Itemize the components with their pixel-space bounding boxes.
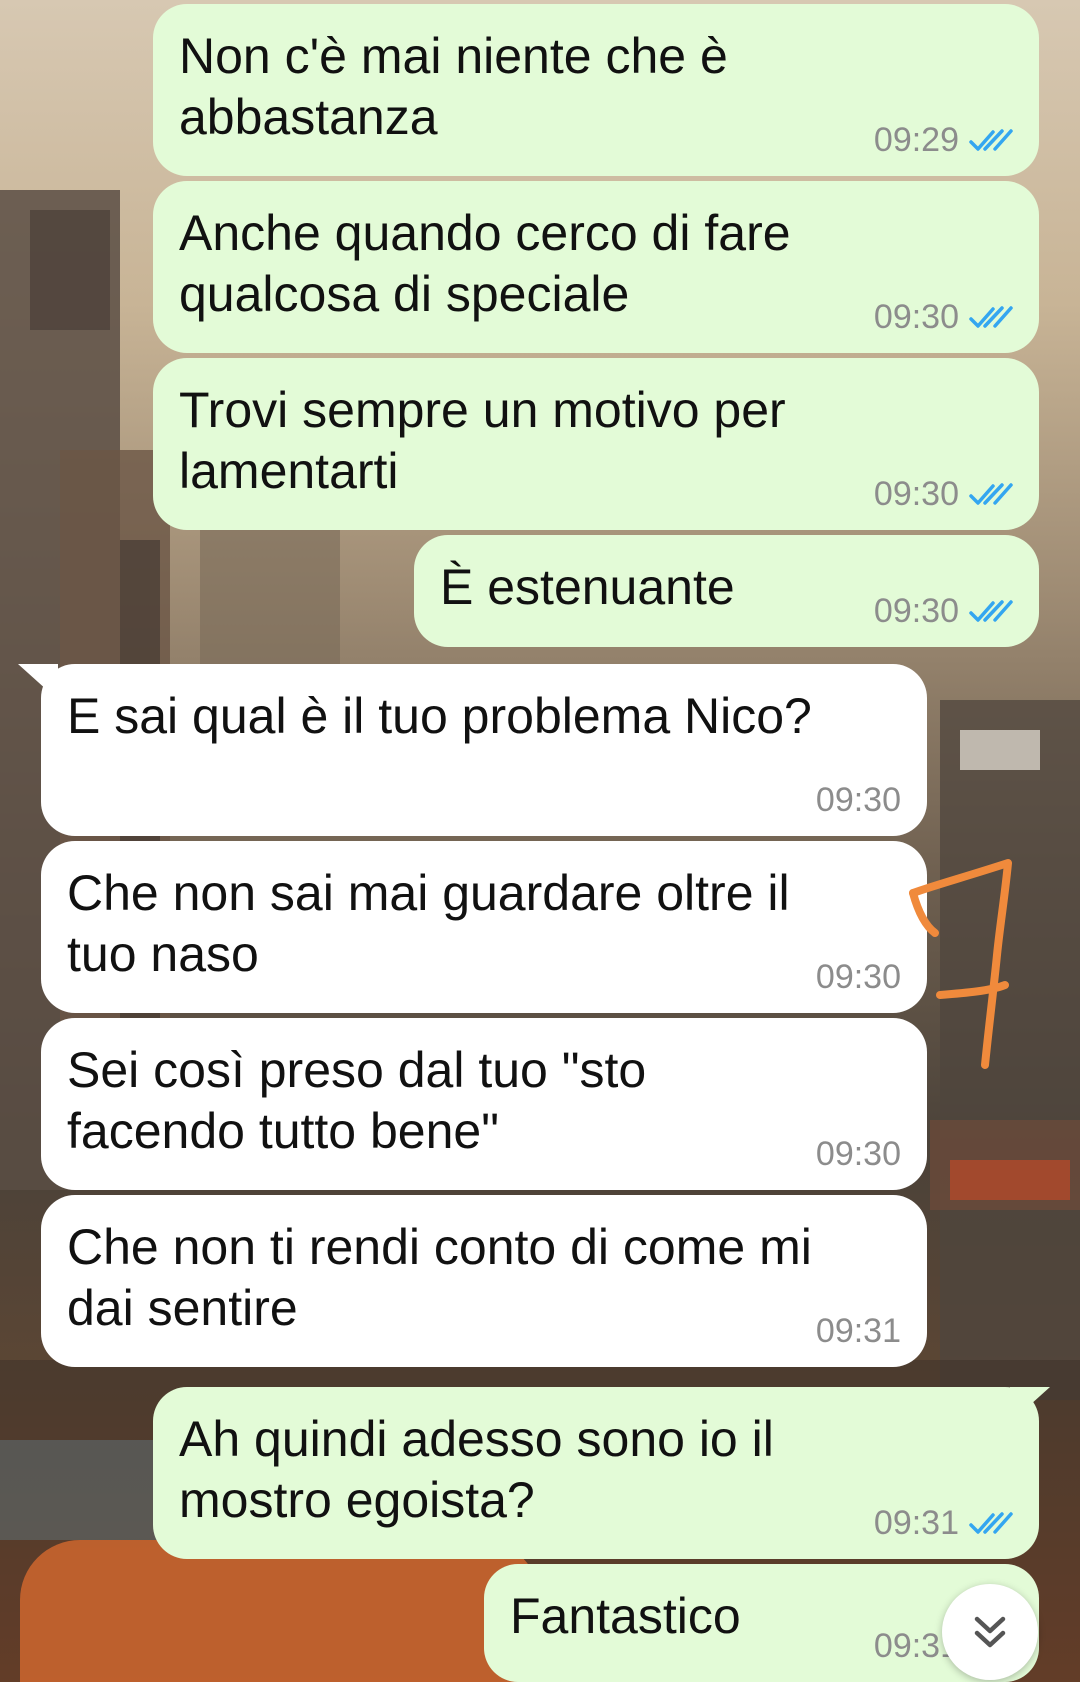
read-double-check-icon bbox=[969, 600, 1013, 622]
scroll-to-bottom-button[interactable] bbox=[942, 1584, 1038, 1680]
message-time: 09:30 bbox=[873, 298, 959, 336]
message-time: 09:31 bbox=[815, 1312, 901, 1350]
message-time: 09:30 bbox=[815, 781, 901, 819]
message-meta: 09:30 bbox=[816, 959, 901, 995]
read-double-check-icon bbox=[969, 1512, 1013, 1534]
message-bubble-outgoing[interactable]: Anche quando cerco di fare qualcosa di s… bbox=[153, 181, 1039, 353]
read-double-check-icon bbox=[969, 129, 1013, 151]
double-chevron-down-icon bbox=[974, 1616, 1006, 1648]
message-meta: 09:30 bbox=[816, 1136, 901, 1172]
hand-drawn-seven-mark bbox=[909, 859, 1012, 1069]
message-bubble-outgoing[interactable]: Non c'è mai niente che è abbastanza 09:2… bbox=[153, 4, 1039, 176]
message-meta: 09:31 bbox=[874, 1505, 1013, 1541]
message-time: 09:30 bbox=[815, 958, 901, 996]
message-meta: 09:29 bbox=[874, 122, 1013, 158]
message-time: 09:31 bbox=[873, 1504, 959, 1542]
message-bubble-incoming[interactable]: Che non ti rendi conto di come mi dai se… bbox=[41, 1195, 927, 1367]
read-double-check-icon bbox=[969, 306, 1013, 328]
message-bubble-outgoing[interactable]: È estenuante 09:30 bbox=[414, 535, 1039, 647]
message-meta: 09:30 bbox=[874, 299, 1013, 335]
message-bubble-incoming[interactable]: E sai qual è il tuo problema Nico? 09:30 bbox=[41, 664, 927, 836]
message-bubble-outgoing[interactable]: Trovi sempre un motivo per lamentarti 09… bbox=[153, 358, 1039, 530]
message-time: 09:29 bbox=[873, 121, 959, 159]
message-text: Che non ti rendi conto di come mi dai se… bbox=[67, 1219, 812, 1336]
message-text: Sei così preso dal tuo "sto facendo tutt… bbox=[67, 1042, 647, 1159]
message-text: Che non sai mai guardare oltre il tuo na… bbox=[67, 865, 790, 982]
message-meta: 09:30 bbox=[874, 476, 1013, 512]
message-time: 09:30 bbox=[815, 1135, 901, 1173]
message-time: 09:30 bbox=[873, 475, 959, 513]
message-meta: 09:31 bbox=[816, 1313, 901, 1349]
message-meta: 09:30 bbox=[874, 593, 1013, 629]
message-meta: 09:30 bbox=[816, 782, 901, 818]
message-text: E sai qual è il tuo problema Nico? bbox=[67, 688, 812, 744]
message-time: 09:30 bbox=[873, 592, 959, 630]
message-bubble-incoming[interactable]: Sei così preso dal tuo "sto facendo tutt… bbox=[41, 1018, 927, 1190]
read-double-check-icon bbox=[969, 483, 1013, 505]
message-bubble-outgoing[interactable]: Ah quindi adesso sono io il mostro egois… bbox=[153, 1387, 1039, 1559]
message-bubble-incoming[interactable]: Che non sai mai guardare oltre il tuo na… bbox=[41, 841, 927, 1013]
